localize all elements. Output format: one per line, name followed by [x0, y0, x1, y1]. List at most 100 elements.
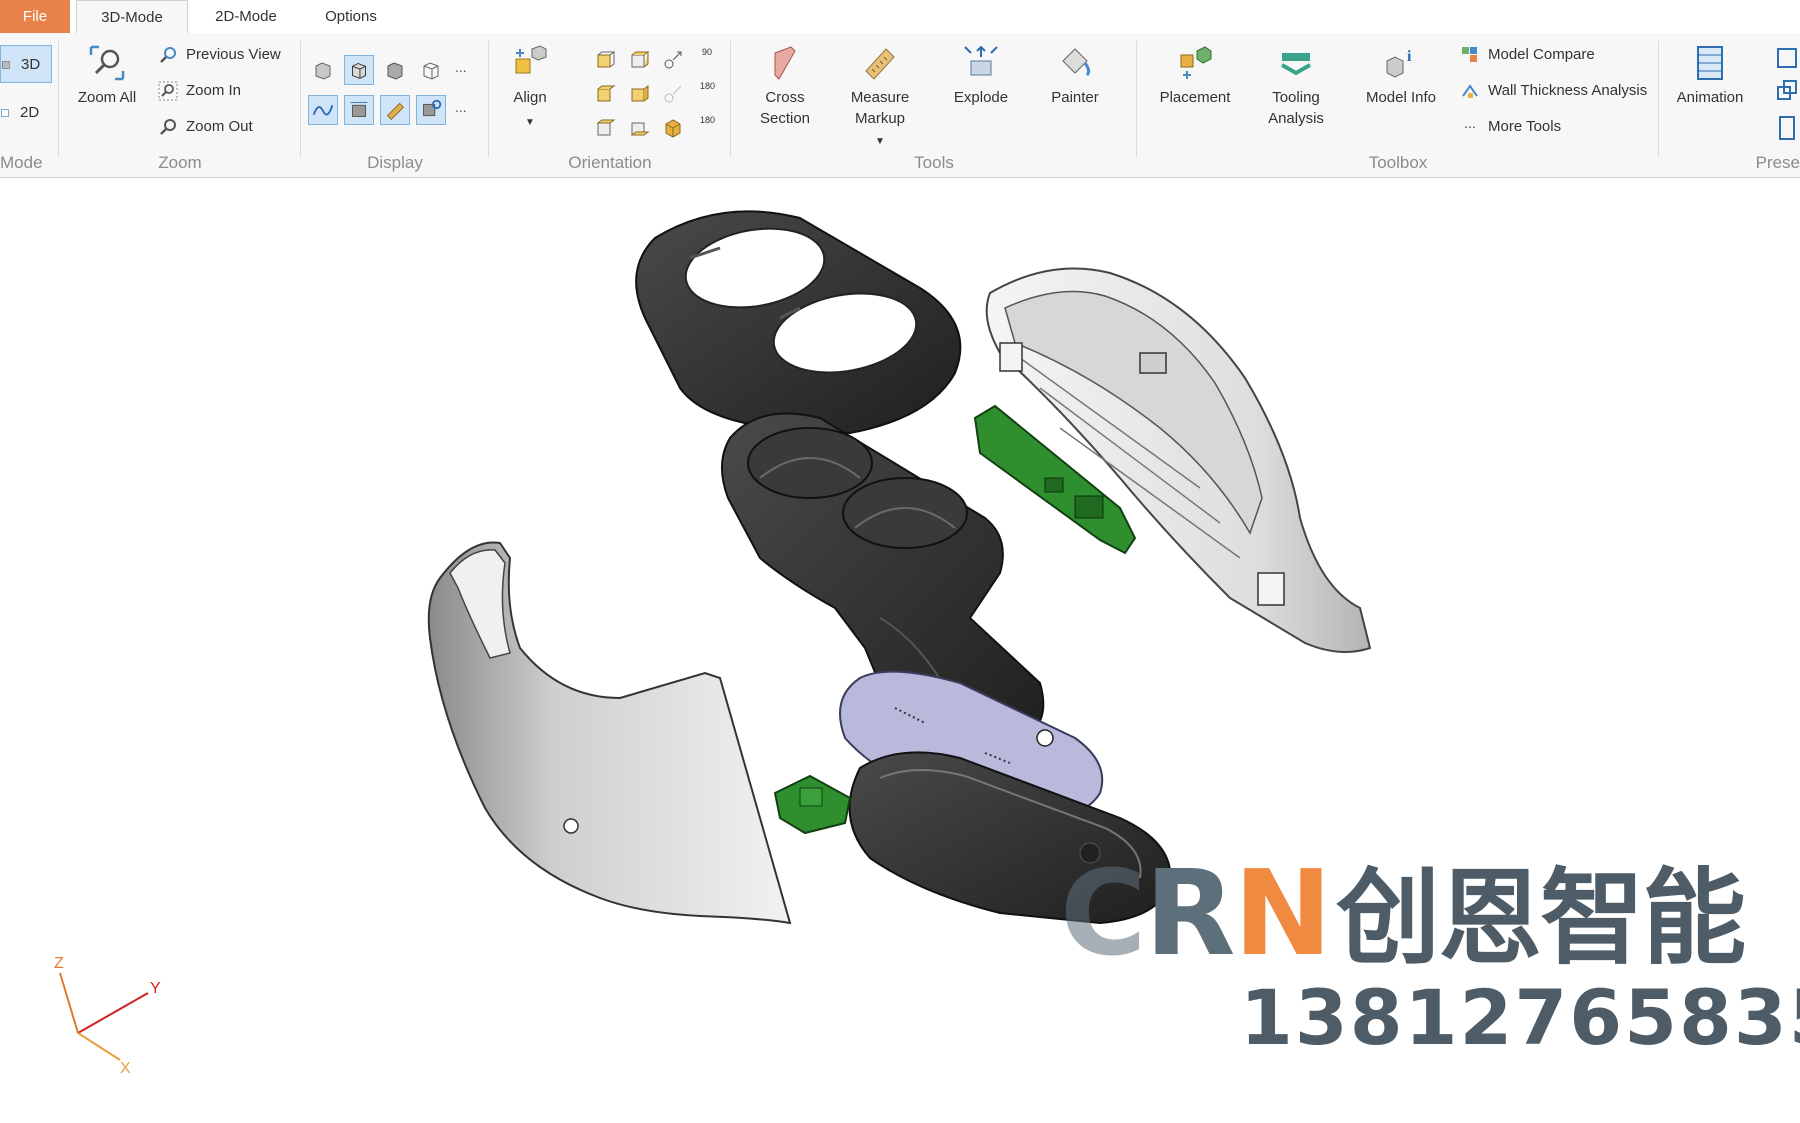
cross-section-label-1: Cross: [765, 89, 805, 106]
measure-dropdown-icon[interactable]: ▼: [840, 131, 920, 152]
explode-button[interactable]: Explode: [946, 43, 1016, 108]
tab-2d-mode[interactable]: 2D-Mode: [196, 0, 296, 33]
more-tools-icon: ⋯: [1464, 120, 1476, 135]
model-info-button[interactable]: i Model Info: [1358, 43, 1444, 108]
previous-view-button[interactable]: Previous View: [158, 43, 281, 67]
axis-z-label: Z: [54, 955, 64, 972]
view-front-icon[interactable]: [590, 45, 620, 75]
ribbon: 3D 2D Mode Zoom All Previous View Zoom I…: [0, 33, 1800, 178]
dimension-display-icon[interactable]: [344, 95, 374, 125]
left-shell-part[interactable]: [427, 541, 792, 925]
display-more-dropdown-2[interactable]: ...: [455, 99, 467, 115]
mode-2d-button[interactable]: 2D: [0, 101, 39, 125]
animation-button[interactable]: Animation: [1670, 43, 1750, 108]
zoom-in-label: Zoom In: [186, 82, 242, 99]
model-compare-label: Model Compare: [1488, 46, 1595, 63]
svg-text:i: i: [1407, 48, 1412, 65]
view-iso-icon[interactable]: [658, 113, 688, 143]
mode-3d-label: 3D: [21, 56, 41, 73]
placement-icon: [1180, 46, 1212, 79]
model-info-label: Model Info: [1365, 89, 1437, 106]
group-label-presentation: Prese: [1755, 153, 1800, 172]
mode-2d-label: 2D: [20, 104, 40, 121]
tab-file[interactable]: File: [0, 0, 70, 33]
rotate-90-label: 90: [702, 47, 713, 57]
zoom-all-button[interactable]: Zoom All: [72, 43, 142, 108]
curve-display-icon[interactable]: [308, 95, 338, 125]
align-label: Align: [513, 89, 547, 106]
fit-screen-icon[interactable]: [1772, 43, 1800, 73]
group-display: ... ... Display: [302, 33, 488, 177]
tab-options[interactable]: Options: [306, 0, 396, 33]
axis-x-label: X: [120, 1060, 131, 1077]
tooling-analysis-label-2: Analysis: [1268, 110, 1324, 127]
film-icon[interactable]: [1772, 113, 1800, 143]
zoom-out-button[interactable]: Zoom Out: [158, 115, 253, 139]
film-strip-icon: [1697, 46, 1723, 80]
drawing-icon: [1, 109, 9, 117]
copy-view-icon[interactable]: [1772, 77, 1800, 107]
measure-markup-button[interactable]: Measure Markup ▼: [840, 43, 920, 152]
group-toolbox: Placement Tooling Analysis i Model Info …: [1138, 33, 1658, 177]
more-tools-button[interactable]: ⋯ More Tools: [1460, 115, 1561, 139]
watermark-logo: CRN创恩智能 13812765835: [1060, 853, 1800, 1062]
group-label-orientation: Orientation: [568, 153, 652, 172]
cross-section-button[interactable]: Cross Section: [750, 43, 820, 129]
display-more-dropdown[interactable]: ...: [455, 59, 467, 75]
tooling-analysis-button[interactable]: Tooling Analysis: [1256, 43, 1336, 129]
view-top-icon[interactable]: [590, 113, 620, 143]
painter-button[interactable]: Painter: [1040, 43, 1110, 108]
animation-label: Animation: [1676, 89, 1744, 106]
wall-thickness-analysis-button[interactable]: Wall Thickness Analysis: [1460, 79, 1647, 103]
cross-section-icon: [774, 46, 796, 80]
mode-3d-button[interactable]: 3D: [0, 45, 52, 83]
group-orientation: Align ▼ 90 180 180 Orientation: [490, 33, 730, 177]
markup-display-icon[interactable]: [380, 95, 410, 125]
group-zoom: Zoom All Previous View Zoom In Zoom Out …: [60, 33, 300, 177]
hidden-line-cube-icon[interactable]: [380, 55, 410, 85]
view-bottom-icon[interactable]: [624, 113, 654, 143]
ruler-icon: [865, 48, 895, 80]
view-right-icon[interactable]: [624, 79, 654, 109]
align-dropdown-icon[interactable]: ▼: [510, 112, 550, 133]
measure-markup-label-1: Measure: [850, 89, 910, 106]
placement-button[interactable]: Placement: [1154, 43, 1236, 108]
tab-3d-mode[interactable]: 3D-Mode: [76, 0, 188, 35]
view-left-icon[interactable]: [590, 79, 620, 109]
model-compare-button[interactable]: Model Compare: [1460, 43, 1595, 67]
rotate-view-icon[interactable]: [658, 45, 688, 75]
ribbon-tab-bar: File 3D-Mode 2D-Mode Options: [0, 0, 1800, 35]
wireframe-cube-icon[interactable]: [416, 55, 446, 85]
annotation-display-icon[interactable]: [416, 95, 446, 125]
align-button[interactable]: Align ▼: [510, 43, 550, 133]
top-gasket-part[interactable]: [635, 210, 962, 435]
zoom-in-icon: [158, 81, 178, 101]
watermark-letter-r: R: [1144, 844, 1236, 982]
group-label-tools: Tools: [914, 153, 954, 172]
group-label-zoom: Zoom: [158, 153, 202, 172]
tooling-analysis-icon: [1281, 53, 1311, 76]
wall-thickness-icon: [1462, 84, 1478, 99]
paint-bucket-icon: [1062, 48, 1091, 77]
cross-section-label-2: Section: [759, 110, 811, 127]
rotate-180b-label: 180: [700, 115, 716, 125]
zoom-in-button[interactable]: Zoom In: [158, 79, 241, 103]
wall-thickness-label: Wall Thickness Analysis: [1488, 82, 1648, 99]
3d-viewport[interactable]: Z Y X CRN创恩智能 13812765835: [0, 178, 1800, 1123]
zoom-out-label: Zoom Out: [186, 118, 253, 135]
shaded-cube-icon[interactable]: [308, 55, 338, 85]
rotate-view-disabled-icon[interactable]: [658, 79, 688, 109]
separator: [58, 41, 59, 157]
measure-markup-label-2: Markup: [854, 110, 906, 127]
group-presentation: Animation Prese: [1660, 33, 1800, 177]
group-mode: 3D 2D Mode: [0, 33, 58, 177]
watermark-letter-n: N: [1233, 844, 1332, 982]
model-info-icon: i: [1386, 48, 1412, 78]
shaded-edges-cube-icon[interactable]: [344, 55, 374, 85]
watermark-letter-c: C: [1060, 844, 1147, 982]
tooling-analysis-label-1: Tooling: [1272, 89, 1320, 106]
small-green-connector-part[interactable]: [773, 774, 852, 835]
view-back-icon[interactable]: [624, 45, 654, 75]
placement-label: Placement: [1159, 89, 1231, 106]
watermark-company-name: 创恩智能: [1336, 857, 1746, 979]
